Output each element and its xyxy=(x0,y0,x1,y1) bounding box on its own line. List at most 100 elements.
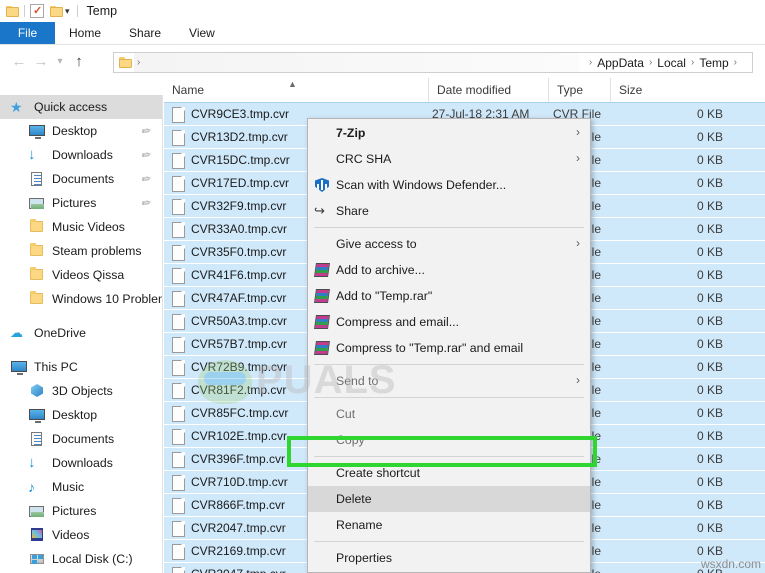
breadcrumb-local[interactable]: Local xyxy=(657,56,686,70)
sidebar-group-quick-access[interactable]: ★ Quick access xyxy=(0,95,162,119)
menu-item-label: Give access to xyxy=(336,237,417,251)
title-bar: ✓ ▾ Temp xyxy=(0,0,765,22)
file-icon xyxy=(172,199,185,215)
properties-icon[interactable]: ✓ xyxy=(30,4,44,18)
menu-item-properties[interactable]: Properties xyxy=(308,545,590,571)
column-header-date-modified[interactable]: Date modified xyxy=(428,78,548,102)
address-path-field[interactable]: › › AppData › Local › Temp › xyxy=(113,52,753,73)
sidebar-item-music-videos[interactable]: Music Videos xyxy=(0,215,162,239)
file-size: 0 KB xyxy=(696,153,723,167)
file-name: CVR866F.tmp.cvr xyxy=(191,498,286,512)
sidebar-group-this-pc[interactable]: This PC xyxy=(0,355,162,379)
forward-arrow-icon[interactable]: → xyxy=(30,53,52,70)
file-icon xyxy=(172,107,185,123)
file-icon xyxy=(172,452,185,468)
sidebar-item-videos[interactable]: Videos xyxy=(0,523,162,547)
ribbon-tab-bar: File Home Share View xyxy=(0,22,765,45)
file-icon xyxy=(172,222,185,238)
pin-icon[interactable]: ✐ xyxy=(138,196,153,211)
menu-item-share[interactable]: ↪ Share xyxy=(308,198,590,224)
menu-item-cut[interactable]: Cut xyxy=(308,401,590,427)
sidebar-group-label: This PC xyxy=(34,360,78,374)
column-header-type[interactable]: Type xyxy=(548,78,610,102)
customize-caret-icon[interactable]: ▾ xyxy=(65,6,70,17)
menu-item-delete[interactable]: Delete xyxy=(308,486,590,512)
file-icon xyxy=(172,567,185,573)
sidebar-item-label: Pictures xyxy=(52,196,97,210)
file-size: 0 KB xyxy=(696,222,723,236)
sidebar-item-downloads[interactable]: ↓ Downloads xyxy=(0,451,162,475)
menu-item-label: Add to "Temp.rar" xyxy=(336,289,433,303)
tab-share[interactable]: Share xyxy=(115,22,175,45)
winrar-icon xyxy=(314,340,330,356)
up-arrow-icon[interactable]: ↑ xyxy=(68,53,90,70)
menu-item-label: Rename xyxy=(336,518,383,532)
sidebar-item-music[interactable]: ♪ Music xyxy=(0,475,162,499)
sidebar-item-desktop[interactable]: Desktop ✐ xyxy=(0,119,162,143)
sidebar-item-label: Videos Qissa xyxy=(52,268,125,282)
window-title: Temp xyxy=(86,4,118,18)
menu-item-label: Delete xyxy=(336,492,372,506)
breadcrumb-separator-3: › xyxy=(690,57,695,68)
context-menu[interactable]: 7-Zip › CRC SHA › Scan with Windows Defender… xyxy=(307,118,591,573)
sidebar-item-label: Documents xyxy=(52,432,115,446)
file-icon xyxy=(172,176,185,192)
tab-home[interactable]: Home xyxy=(55,22,115,45)
back-arrow-icon[interactable]: ← xyxy=(8,53,30,70)
folder-icon xyxy=(28,243,46,259)
menu-item-compress-and-email[interactable]: Compress and email... xyxy=(308,309,590,335)
winrar-icon xyxy=(314,262,330,278)
menu-item-scan-with-windows-defender[interactable]: Scan with Windows Defender... xyxy=(308,172,590,198)
sidebar-item-downloads[interactable]: ↓ Downloads ✐ xyxy=(0,143,162,167)
sidebar-group-onedrive[interactable]: ☁ OneDrive xyxy=(0,321,162,345)
folder-icon[interactable] xyxy=(6,5,19,17)
breadcrumb-appdata[interactable]: AppData xyxy=(597,56,644,70)
nav-group-gap xyxy=(0,345,162,355)
breadcrumb-temp[interactable]: Temp xyxy=(699,56,728,70)
menu-item-7-zip[interactable]: 7-Zip › xyxy=(308,120,590,146)
sidebar-item-pictures[interactable]: Pictures xyxy=(0,499,162,523)
file-size: 0 KB xyxy=(696,406,723,420)
3d-objects-icon xyxy=(28,383,46,399)
sidebar-item-desktop[interactable]: Desktop xyxy=(0,403,162,427)
navigation-pane[interactable]: ★ Quick access Desktop ✐ ↓ Downloads ✐ Document… xyxy=(0,95,163,573)
file-size: 0 KB xyxy=(696,383,723,397)
recent-locations-caret-icon[interactable]: ▾ xyxy=(52,56,68,67)
sidebar-item-local-disk-c-[interactable]: Local Disk (C:) xyxy=(0,547,162,571)
file-name: CVR32F9.tmp.cvr xyxy=(191,199,287,213)
menu-item-copy[interactable]: Copy xyxy=(308,427,590,453)
tab-view[interactable]: View xyxy=(175,22,229,45)
menu-item-rename[interactable]: Rename xyxy=(308,512,590,538)
sidebar-item-windows-10-problem[interactable]: Windows 10 Problem xyxy=(0,287,162,311)
tab-file[interactable]: File xyxy=(0,22,55,45)
menu-item-crc-sha[interactable]: CRC SHA › xyxy=(308,146,590,172)
chevron-right-icon: › xyxy=(576,125,580,139)
column-header-size[interactable]: Size xyxy=(610,78,720,102)
sidebar-item-3d-objects[interactable]: 3D Objects xyxy=(0,379,162,403)
menu-separator xyxy=(314,227,584,228)
sidebar-item-videos-qissa[interactable]: Videos Qissa xyxy=(0,263,162,287)
menu-item-create-shortcut[interactable]: Create shortcut xyxy=(308,460,590,486)
sidebar-item-documents[interactable]: Documents xyxy=(0,427,162,451)
monitor-icon xyxy=(10,359,28,375)
menu-item-compress-to-temp-rar-and-email[interactable]: Compress to "Temp.rar" and email xyxy=(308,335,590,361)
sidebar-item-documents[interactable]: Documents ✐ xyxy=(0,167,162,191)
file-icon xyxy=(172,268,185,284)
sidebar-item-pictures[interactable]: Pictures ✐ xyxy=(0,191,162,215)
sidebar-item-label: Videos xyxy=(52,528,90,542)
menu-item-label: CRC SHA xyxy=(336,152,392,166)
sidebar-item-steam-problems[interactable]: Steam problems xyxy=(0,239,162,263)
pin-icon[interactable]: ✐ xyxy=(138,124,153,139)
menu-item-add-to-temp-rar[interactable]: Add to "Temp.rar" xyxy=(308,283,590,309)
file-icon xyxy=(172,544,185,560)
sidebar-item-label: Downloads xyxy=(52,456,113,470)
menu-item-label: Scan with Windows Defender... xyxy=(336,178,507,192)
pin-icon[interactable]: ✐ xyxy=(138,148,153,163)
breadcrumb-separator-0: › xyxy=(137,57,141,68)
menu-item-send-to[interactable]: Send to › xyxy=(308,368,590,394)
menu-separator xyxy=(314,364,584,365)
menu-item-add-to-archive[interactable]: Add to archive... xyxy=(308,257,590,283)
new-folder-icon[interactable] xyxy=(50,5,63,17)
pin-icon[interactable]: ✐ xyxy=(138,172,153,187)
menu-item-give-access-to[interactable]: Give access to › xyxy=(308,231,590,257)
